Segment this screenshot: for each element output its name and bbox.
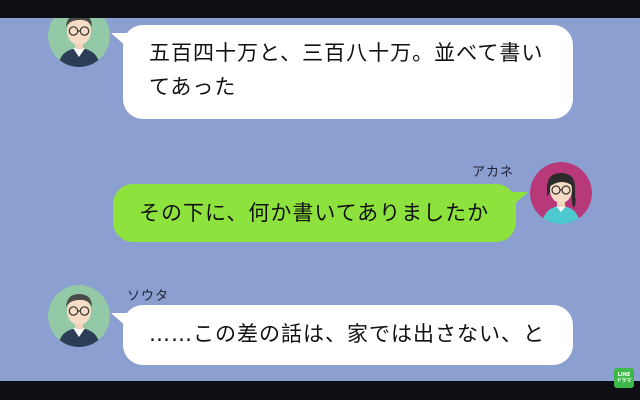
message-bubble-3[interactable]: ……この差の話は、家では出さない、と bbox=[111, 305, 573, 365]
message-line: その下に、何か書いてありましたか bbox=[139, 201, 490, 225]
sender-name-akane: アカネ bbox=[472, 165, 515, 180]
letterbox-top bbox=[0, 0, 640, 18]
logo-line2: ドラマ bbox=[616, 378, 632, 384]
line-drama-logo-icon: LINE ドラマ bbox=[614, 368, 634, 388]
bubble-tail bbox=[111, 313, 127, 327]
message-line: てあった bbox=[149, 75, 237, 99]
woman-avatar-icon bbox=[530, 162, 592, 224]
sender-name-souta: ソウタ bbox=[127, 289, 170, 304]
letterbox-bottom bbox=[0, 381, 640, 400]
message-line: 五百四十万と、三百八十万。並べて書い bbox=[149, 41, 544, 65]
chat-area[interactable]: 五百四十万と、三百八十万。並べて書い てあった アカネ その下に、何か書いてあり… bbox=[0, 0, 640, 400]
bubble-tail bbox=[512, 192, 528, 206]
akane-avatar[interactable] bbox=[530, 162, 592, 224]
message-bubble-1[interactable]: 五百四十万と、三百八十万。並べて書い てあった bbox=[111, 25, 573, 119]
bubble-tail bbox=[111, 33, 127, 47]
message-line: ……この差の話は、家では出さない、と bbox=[149, 322, 545, 346]
souta-avatar[interactable] bbox=[48, 285, 110, 347]
message-bubble-2[interactable]: その下に、何か書いてありましたか bbox=[113, 184, 528, 242]
man-avatar-icon bbox=[48, 285, 110, 347]
